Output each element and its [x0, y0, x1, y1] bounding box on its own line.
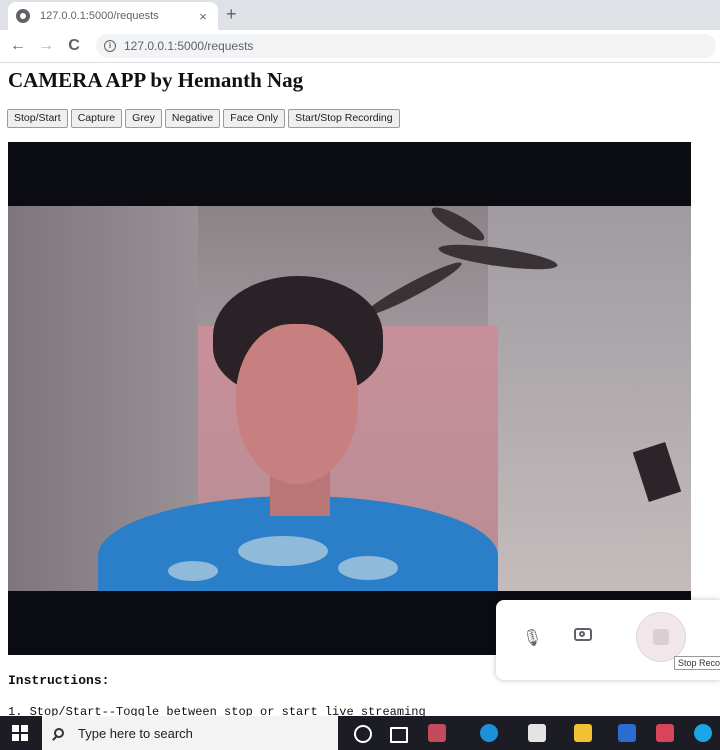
- negative-button[interactable]: Negative: [164, 109, 221, 128]
- search-icon: [54, 728, 64, 738]
- face-only-button[interactable]: Face Only: [223, 109, 286, 128]
- stop-recording-tooltip: Stop Reco: [674, 656, 720, 670]
- stop-recording-button[interactable]: [636, 612, 686, 662]
- skype-icon[interactable]: [694, 724, 712, 742]
- mic-icon[interactable]: 🎙: [522, 628, 542, 648]
- taskbar: Type here to search: [0, 716, 720, 750]
- back-button[interactable]: ←: [8, 36, 28, 56]
- windows-start-icon[interactable]: [12, 725, 28, 741]
- tab-title: 127.0.0.1:5000/requests: [40, 10, 159, 22]
- video-stream: [8, 142, 691, 655]
- ceiling-fan: [428, 206, 488, 246]
- stop-start-button[interactable]: Stop/Start: [7, 109, 68, 128]
- instructions-heading: Instructions:: [8, 673, 110, 688]
- page-title: CAMERA APP by Hemanth Nag: [8, 68, 304, 92]
- close-tab-icon[interactable]: ×: [196, 9, 210, 24]
- file-explorer-icon[interactable]: [574, 724, 592, 742]
- address-bar[interactable]: i 127.0.0.1:5000/requests: [96, 34, 716, 58]
- site-info-icon[interactable]: i: [104, 40, 116, 52]
- grey-button[interactable]: Grey: [125, 109, 162, 128]
- taskbar-search[interactable]: Type here to search: [42, 716, 338, 750]
- store-icon[interactable]: [528, 724, 546, 742]
- reload-button[interactable]: C: [64, 36, 84, 56]
- app-icon-2[interactable]: [656, 724, 674, 742]
- new-tab-button[interactable]: +: [226, 5, 237, 23]
- start-stop-recording-button[interactable]: Start/Stop Recording: [288, 109, 400, 128]
- globe-icon: [16, 9, 30, 23]
- search-placeholder: Type here to search: [78, 725, 193, 741]
- app-icon[interactable]: [428, 724, 446, 742]
- task-view-icon[interactable]: [390, 727, 408, 743]
- person-face: [236, 324, 358, 484]
- url-text: 127.0.0.1:5000/requests: [124, 39, 254, 53]
- edge-icon[interactable]: [480, 724, 498, 742]
- mail-icon[interactable]: [618, 724, 636, 742]
- camera-icon[interactable]: [574, 628, 592, 641]
- forward-button[interactable]: →: [36, 36, 56, 56]
- browser-tab[interactable]: 127.0.0.1:5000/requests ×: [8, 2, 218, 30]
- cortana-icon[interactable]: [354, 725, 372, 743]
- camera-frame: [8, 206, 691, 591]
- capture-button[interactable]: Capture: [70, 109, 123, 128]
- tab-strip: 127.0.0.1:5000/requests × +: [0, 0, 720, 30]
- control-buttons: Stop/Start Capture Grey Negative Face On…: [7, 109, 400, 128]
- browser-toolbar: ← → C i 127.0.0.1:5000/requests: [0, 30, 720, 63]
